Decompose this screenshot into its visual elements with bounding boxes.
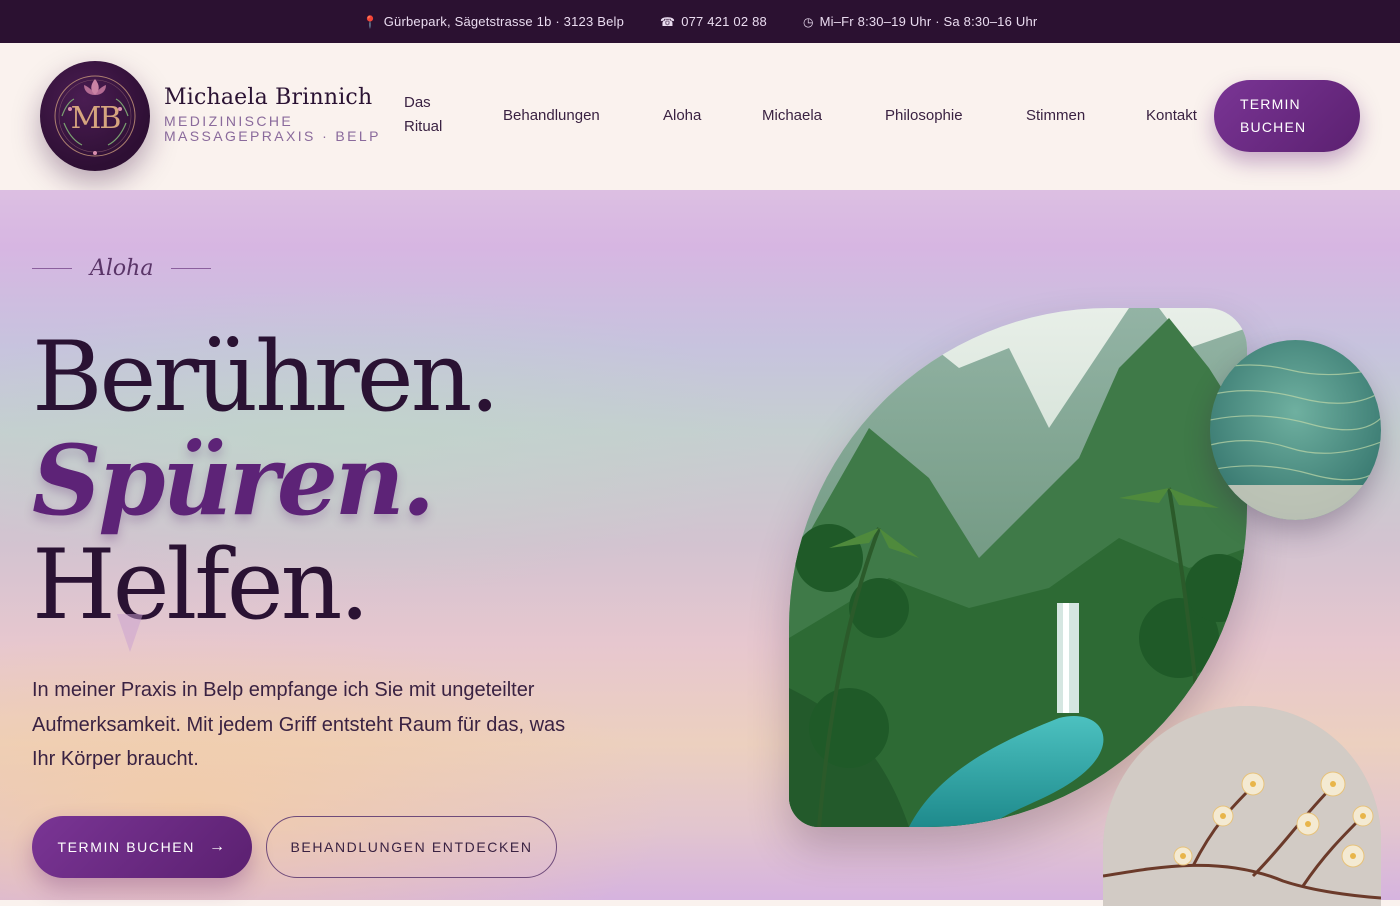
headline-line2: Spüren. — [32, 424, 435, 537]
hero-eyebrow: Aloha — [32, 256, 212, 281]
nav-michaela-link[interactable]: Michaela — [762, 107, 822, 124]
address-text: Gürbepark, Sägetstrasse 1b · 3123 Belp — [383, 14, 625, 29]
brand-subtitle: Medizinische Massagepraxis · Belp — [164, 113, 381, 144]
nav-item-stimmen[interactable]: Stimmen — [1026, 107, 1085, 124]
header-cta-line2: BUCHEN — [1240, 119, 1307, 135]
header-book-button[interactable]: TERMIN BUCHEN — [1214, 80, 1360, 152]
drop-decoration-icon — [117, 614, 143, 652]
hero-treatments-button[interactable]: BEHANDLUNGEN ENTDECKEN — [266, 816, 557, 878]
logo-monogram: MB — [70, 101, 122, 136]
hero-book-button[interactable]: TERMIN BUCHEN → — [32, 816, 252, 878]
hours-info: ◷ Mi–Fr 8:30–19 Uhr · Sa 8:30–16 Uhr — [803, 14, 1037, 29]
clock-icon: ◷ — [802, 14, 814, 29]
arrow-right-icon: → — [208, 838, 227, 855]
headline-line1: Berühren. — [32, 321, 500, 433]
nav-item-behandlungen[interactable]: Behandlungen — [503, 107, 600, 124]
logo-badge[interactable]: MB — [40, 61, 150, 171]
hero-treatments-label: BEHANDLUNGEN ENTDECKEN — [290, 839, 533, 855]
hero-headline: Berühren. Spüren. Helfen. — [32, 321, 500, 641]
phone-info[interactable]: ☎ 077 421 02 88 — [660, 14, 767, 29]
nav-philosophie-link[interactable]: Philosophie — [885, 107, 963, 124]
eyebrow-line-right — [171, 268, 212, 269]
header-cta-line1: TERMIN — [1240, 96, 1301, 112]
top-info-bar: 📍 Gürbepark, Sägetstrasse 1b · 3123 Belp… — [0, 0, 1400, 43]
eyebrow-text: Aloha — [90, 256, 154, 281]
eyebrow-line-left — [32, 268, 72, 269]
hero-lead-text: In meiner Praxis in Belp empfange ich Si… — [32, 679, 566, 770]
nav-ritual-line2[interactable]: Ritual — [404, 115, 442, 139]
headline-line3: Helfen. — [32, 529, 370, 641]
nav-behandlungen-link[interactable]: Behandlungen — [503, 107, 600, 124]
ocean-water-image — [1210, 340, 1381, 520]
hours-text: Mi–Fr 8:30–19 Uhr · Sa 8:30–16 Uhr — [819, 14, 1038, 29]
map-pin-icon: 📍 — [362, 14, 378, 29]
nav-aloha-link[interactable]: Aloha — [663, 107, 701, 124]
nav-stimmen-link[interactable]: Stimmen — [1026, 107, 1085, 124]
hero-section: Aloha Berühren. Spüren. Helfen. In meine… — [0, 190, 1400, 906]
hero-book-label: TERMIN BUCHEN — [57, 839, 195, 855]
phone-text[interactable]: 077 421 02 88 — [681, 14, 767, 29]
phone-icon: ☎ — [660, 14, 676, 29]
brand-block[interactable]: Michaela Brinnich Medizinische Massagepr… — [164, 85, 384, 144]
nav-item-aloha[interactable]: Aloha — [663, 107, 701, 124]
brand-name: Michaela Brinnich — [164, 85, 373, 110]
address-info: 📍 Gürbepark, Sägetstrasse 1b · 3123 Belp — [363, 14, 624, 29]
nav-item-philosophie[interactable]: Philosophie — [885, 107, 963, 124]
nav-ritual-line1[interactable]: Das — [404, 91, 442, 115]
nav-item-michaela[interactable]: Michaela — [762, 107, 822, 124]
nav-item-ritual[interactable]: Das Ritual — [404, 91, 442, 139]
nav-item-kontakt[interactable]: Kontakt — [1146, 107, 1197, 124]
nav-kontakt-link[interactable]: Kontakt — [1146, 107, 1197, 124]
site-header: MB Michaela Brinnich Medizinische Massag… — [0, 43, 1400, 190]
